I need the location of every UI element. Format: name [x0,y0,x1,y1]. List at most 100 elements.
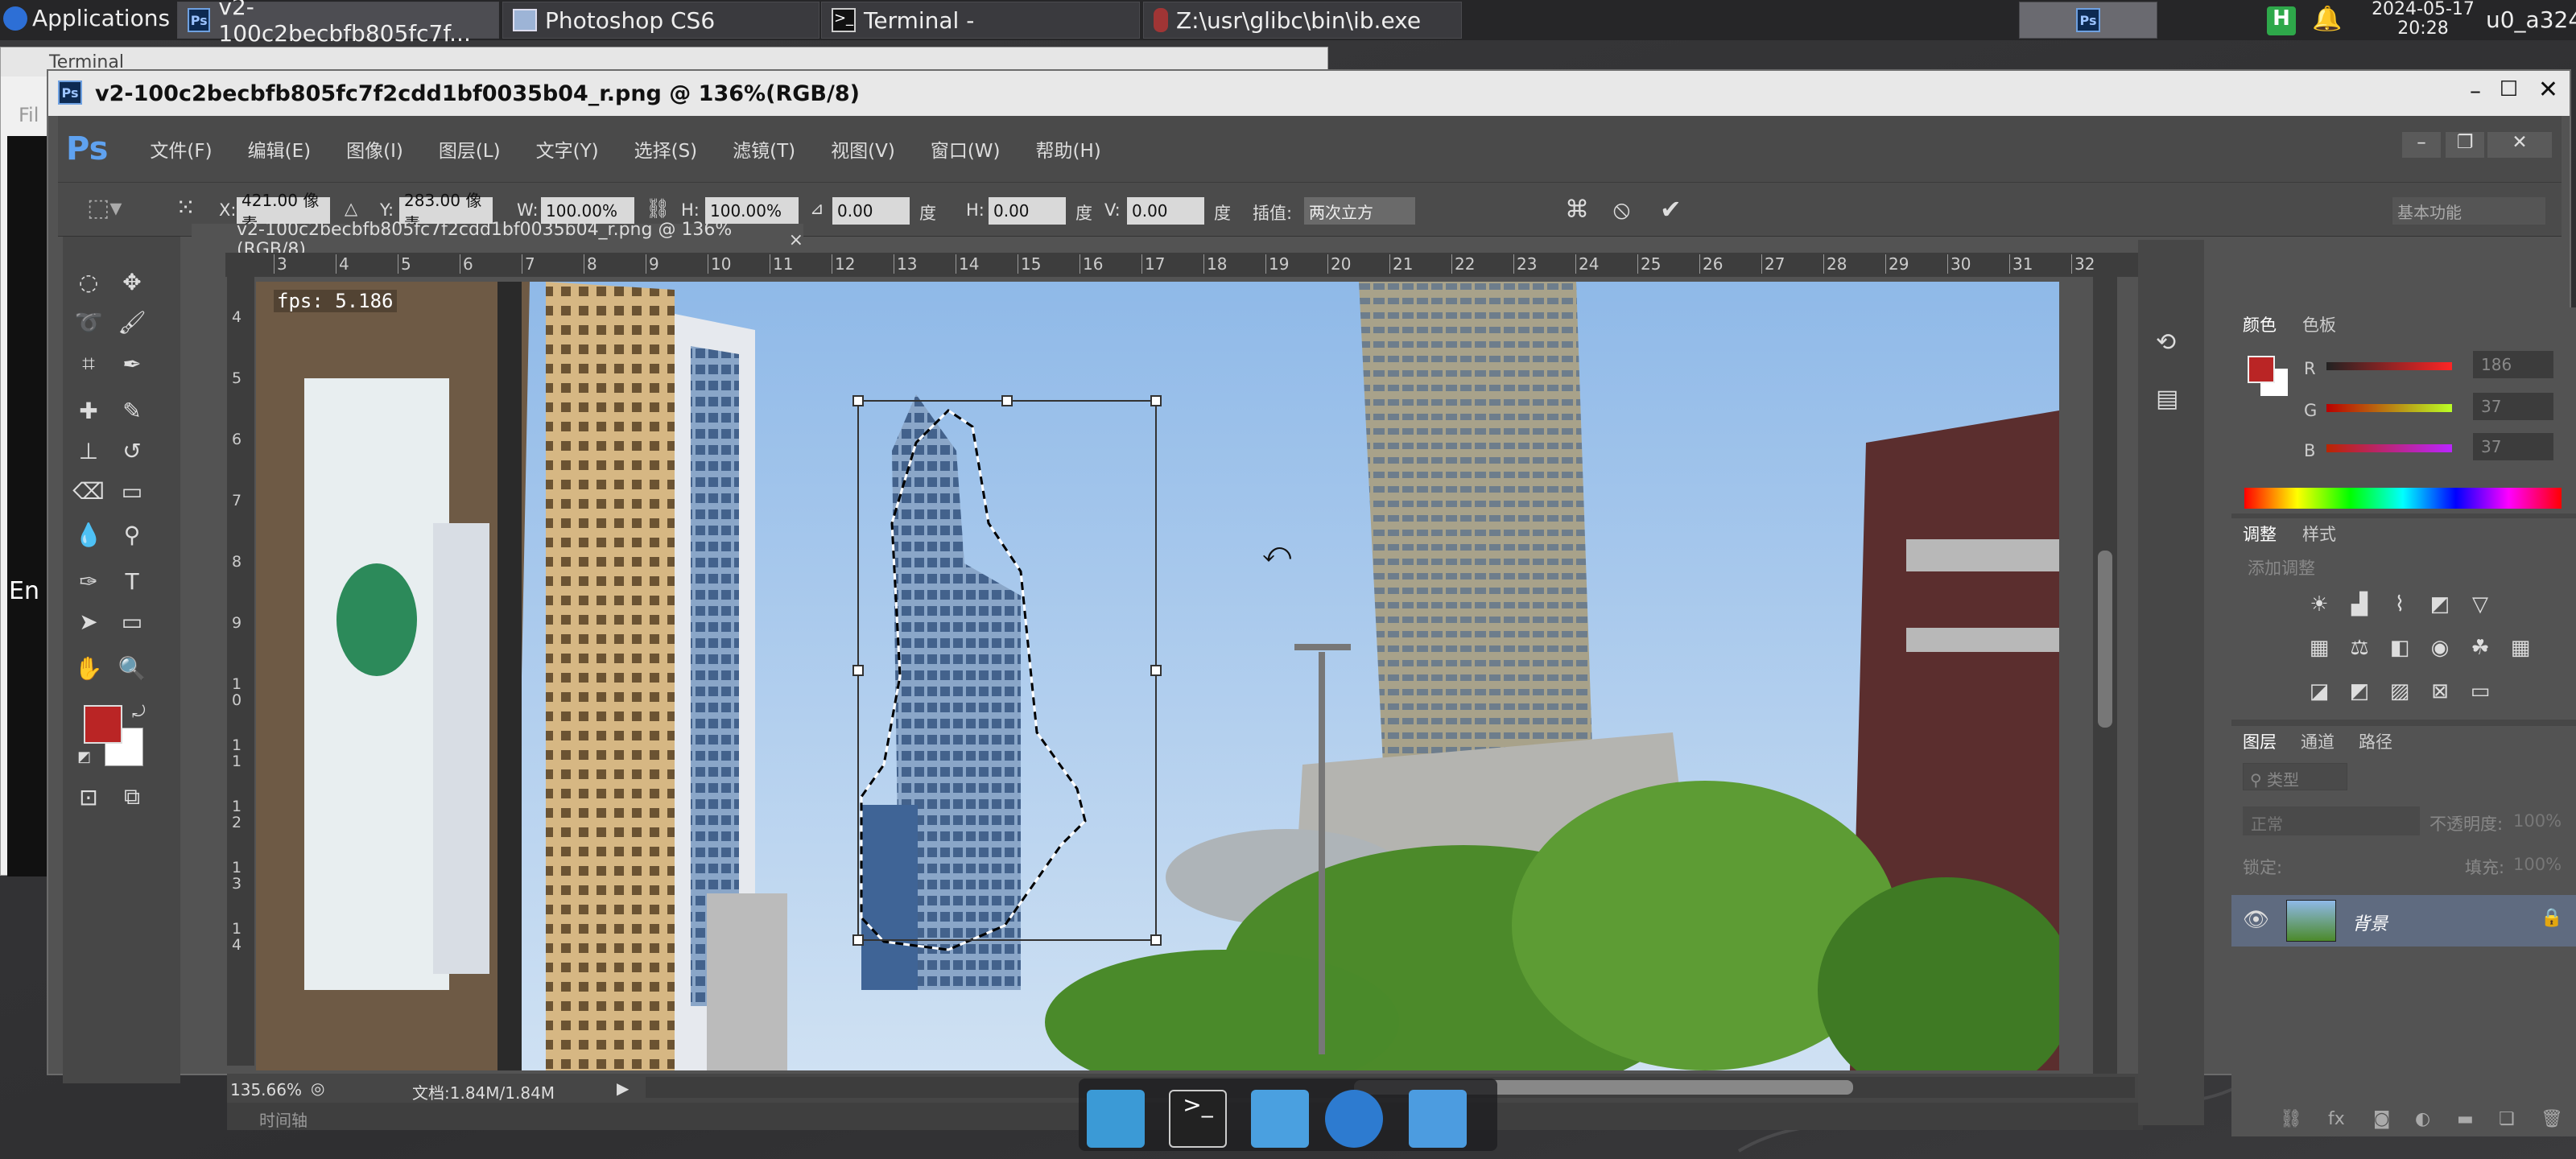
clock[interactable]: 2024-05-17 20:28 [2367,0,2479,39]
maximize-icon[interactable]: ☐ [2500,77,2518,101]
fill-value[interactable]: 100% [2513,855,2562,874]
task-photoshop-doc[interactable]: Ps v2-100c2becbfb805fc7f... [177,0,499,47]
minimize-icon[interactable]: – [2470,77,2481,104]
foreground-color-swatch[interactable] [84,705,122,744]
hand-tool-icon[interactable]: ✋ [71,652,106,684]
gradient-tool-icon[interactable]: ▭ [114,475,150,507]
b-slider[interactable] [2326,444,2452,452]
tab-swatches[interactable]: 色板 [2302,312,2336,336]
blur-tool-icon[interactable]: 💧 [71,518,106,551]
skew-v-field[interactable]: 0.00 [1127,197,1204,225]
menu-filter[interactable]: 滤镜(T) [733,135,795,163]
delta-icon[interactable]: △ [345,199,357,218]
path-select-tool-icon[interactable]: ➤ [71,605,106,637]
tab-paths[interactable]: 路径 [2359,729,2392,753]
interpolation-select[interactable]: 两次立方 [1304,197,1415,225]
warp-mode-icon[interactable]: ⌘ [1565,196,1589,224]
task-ib-exe[interactable]: Z:\usr\glibc\bin\ib.exe [1143,2,1462,39]
history-panel-icon[interactable]: ⟲ [2156,328,2176,357]
notification-bell-icon[interactable]: 🔔 [2312,5,2342,33]
eraser-tool-icon[interactable]: ⌫ [71,475,106,507]
pen-tool-icon[interactable]: ✑ [71,565,106,597]
doc-minimize-icon[interactable]: – [2402,132,2441,158]
menu-help[interactable]: 帮助(H) [1036,135,1101,163]
color-balance-icon[interactable]: ⚖ [2346,636,2373,660]
link-layers-icon[interactable]: ⛓ [2280,1109,2302,1129]
healing-brush-icon[interactable]: ✚ [71,394,106,427]
tab-close-icon[interactable]: × [789,230,803,250]
fx-icon[interactable]: fx [2328,1109,2345,1129]
black-white-icon[interactable]: ◧ [2386,636,2413,660]
g-slider[interactable] [2326,404,2452,412]
swap-colors-icon[interactable]: ⤾ [132,702,146,721]
fg-swatch[interactable] [2248,356,2275,383]
r-value[interactable]: 186 [2473,351,2553,378]
g-value[interactable]: 37 [2473,393,2553,420]
angle-field[interactable]: 0.00 [832,197,910,225]
hue-saturation-icon[interactable]: ▦ [2306,636,2333,660]
close-icon[interactable]: ✕ [2538,76,2558,104]
exposure-icon[interactable]: ◩ [2426,592,2454,617]
doc-restore-icon[interactable]: ❐ [2446,132,2484,158]
properties-panel-icon[interactable]: ▤ [2156,385,2178,413]
tab-layers[interactable]: 图层 [2243,729,2277,753]
stamp-tool-icon[interactable]: ⊥ [71,435,106,467]
user-label[interactable]: u0_a324 [2486,6,2576,33]
commit-transform-icon[interactable]: ✔ [1660,194,1682,225]
document-tab[interactable]: v2-100c2becbfb805fc7f2cdd1bf0035b04_r.pn… [192,220,803,260]
delete-layer-icon[interactable]: 🗑 [2541,1109,2563,1129]
new-layer-icon[interactable]: ❏ [2499,1109,2515,1129]
vertical-scrollbar[interactable] [2093,277,2117,1074]
shape-tool-icon[interactable]: ▭ [114,605,150,637]
vertical-scroll-thumb[interactable] [2098,551,2112,728]
levels-icon[interactable]: ▟ [2346,592,2373,617]
blend-mode-select[interactable]: 正常 [2243,806,2420,835]
default-colors-icon[interactable]: ◩ [77,749,91,765]
menu-select[interactable]: 选择(S) [634,135,698,163]
photo-filter-icon[interactable]: ◉ [2426,636,2454,660]
posterize-icon[interactable]: ◩ [2346,679,2373,703]
link-icon[interactable]: ⛓ [646,197,670,220]
tab-color[interactable]: 颜色 [2243,312,2277,336]
zoom-tool-icon[interactable]: 🔍 [114,652,150,684]
applications-menu[interactable]: Applications ⁝ [3,5,182,31]
web-browser-icon[interactable] [1325,1090,1383,1148]
menu-view[interactable]: 视图(V) [831,135,895,163]
menu-window[interactable]: 窗口(W) [931,135,1001,163]
lasso-tool-icon[interactable]: ➰ [71,306,106,338]
quick-select-tool-icon[interactable]: 🖌 [114,306,150,338]
file-manager-icon[interactable] [1251,1090,1309,1148]
document-canvas[interactable]: ⤺ fps: 5.186 [256,282,2059,1070]
tab-channels[interactable]: 通道 [2301,729,2334,753]
doc-close-icon[interactable]: ✕ [2487,132,2552,158]
vibrance-icon[interactable]: ▽ [2467,592,2494,617]
menu-edit[interactable]: 编辑(E) [248,135,311,163]
window-titlebar[interactable]: Ps v2-100c2becbfb805fc7f2cdd1bf0035b04_r… [48,71,2570,116]
skew-h-field[interactable]: 0.00 [989,197,1066,225]
terminal-icon[interactable]: >_ [1169,1090,1227,1148]
dodge-tool-icon[interactable]: ⚲ [114,518,150,551]
move-tool-icon[interactable]: ✥ [114,266,150,298]
selective-color-icon[interactable]: ⊠ [2426,679,2454,703]
screen-mode-icon[interactable]: ⧉ [114,781,150,813]
gradient-map-icon[interactable]: ▭ [2467,679,2494,703]
tab-adjustments[interactable]: 调整 [2243,522,2277,546]
status-menu-arrow-icon[interactable]: ▶ [617,1079,629,1098]
new-group-icon[interactable]: ▬ [2457,1109,2474,1129]
brightness-icon[interactable]: ☀ [2306,592,2333,617]
threshold-icon[interactable]: ▨ [2386,679,2413,703]
zoom-level[interactable]: 135.66% [230,1080,302,1099]
brush-tool-icon[interactable]: ✎ [114,394,150,427]
color-spectrum[interactable] [2244,488,2562,509]
cancel-transform-icon[interactable]: ⦸ [1613,194,1630,225]
history-brush-icon[interactable]: ↺ [114,435,150,467]
tab-styles[interactable]: 样式 [2302,522,2336,546]
curves-icon[interactable]: ⌇ [2386,592,2413,617]
menu-image[interactable]: 图像(I) [346,135,403,163]
menu-file[interactable]: 文件(F) [150,135,212,163]
layer-kind-filter[interactable]: ⚲ 类型 [2243,763,2347,790]
status-icon[interactable]: ◎ [311,1079,324,1098]
h-app-icon[interactable]: H [2267,6,2296,35]
b-value[interactable]: 37 [2473,433,2553,460]
menu-type[interactable]: 文字(Y) [536,135,599,163]
